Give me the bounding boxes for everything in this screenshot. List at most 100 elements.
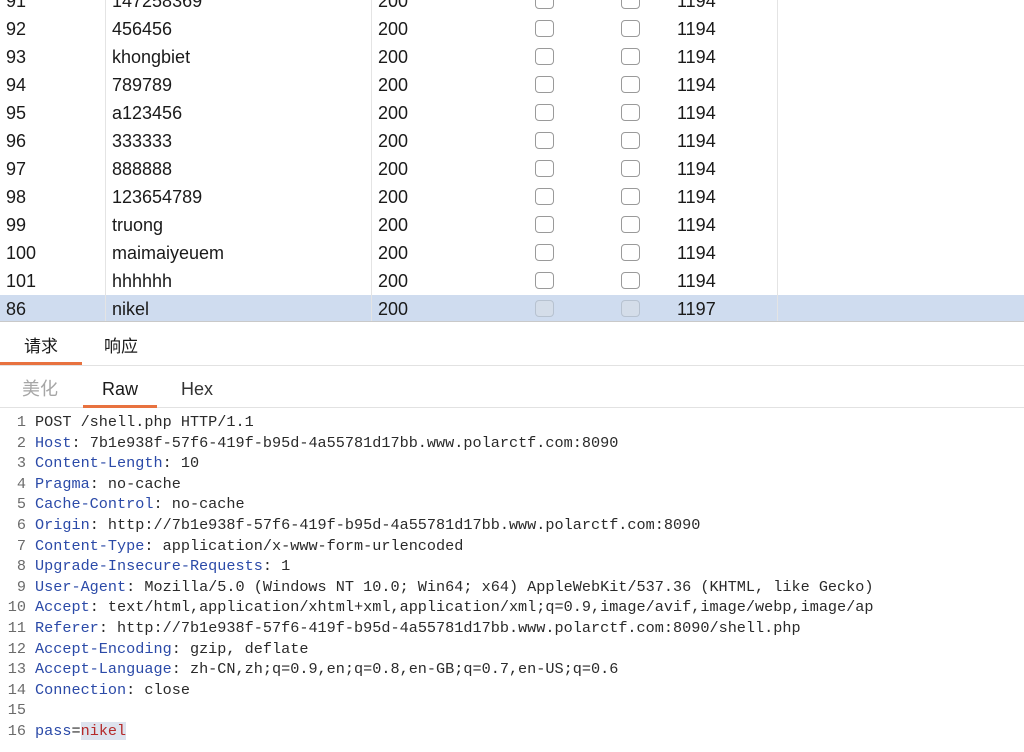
editor-line: 8 Upgrade-Insecure-Requests: 1 [0, 556, 1024, 577]
header-name: Content-Type [35, 536, 145, 555]
row-timeout-checkbox[interactable] [621, 48, 640, 65]
row-timeout-checkbox[interactable] [621, 244, 640, 261]
row-number: 97 [6, 159, 27, 179]
row-number: 101 [6, 271, 37, 291]
row-number: 86 [6, 299, 27, 319]
editor-line: 6 Origin: http://7b1e938f-57f6-419f-b95d-… [0, 515, 1024, 536]
editor-line: 4 Pragma: no-cache [0, 474, 1024, 495]
header-value: http://7b1e938f-57f6-419f-b95d-4a55781d1… [107, 619, 801, 637]
row-timeout-checkbox[interactable] [621, 76, 640, 93]
table-row[interactable]: 86 nikel 200 1197 [0, 295, 1024, 322]
row-error-checkbox[interactable] [535, 244, 554, 261]
table-row[interactable]: 93 khongbiet 200 1194 [0, 43, 1024, 71]
row-status-code: 200 [378, 243, 409, 263]
row-timeout-checkbox[interactable] [621, 188, 640, 205]
line-number: 1 [16, 413, 26, 431]
line-number: 2 [16, 433, 26, 452]
header-value: 1 [271, 557, 291, 576]
row-error-checkbox[interactable] [535, 188, 554, 205]
tab-response[interactable]: 响应 [104, 322, 138, 366]
table-row[interactable]: 99 truong 200 1194 [0, 211, 1024, 239]
table-row[interactable]: 97 888888 200 1194 [0, 155, 1024, 183]
editor-line: 3 Content-Length: 10 [0, 453, 1024, 474]
header-value: no-cache [98, 474, 181, 493]
row-payload: 123654789 [112, 187, 203, 207]
header-name: Connection [35, 680, 127, 699]
tab-pretty[interactable]: 美化 [22, 366, 58, 408]
editor-line: 1 POST /shell.php HTTP/1.1 [0, 412, 1024, 433]
row-error-checkbox[interactable] [535, 76, 554, 93]
header-value: no-cache [162, 495, 245, 514]
row-error-checkbox[interactable] [535, 272, 554, 289]
table-row[interactable]: 94 789789 200 1194 [0, 71, 1024, 99]
row-length: 1194 [677, 159, 716, 179]
editor-line: 7 Content-Type: application/x-www-form-ur… [0, 536, 1024, 557]
row-number: 99 [6, 215, 27, 235]
table-row[interactable]: 96 333333 200 1194 [0, 127, 1024, 155]
header-value: 7b1e938f-57f6-419f-b95d-4a55781d17bb.www… [80, 433, 619, 452]
row-timeout-checkbox[interactable] [621, 272, 640, 289]
table-row[interactable]: 101 hhhhhh 200 1194 [0, 267, 1024, 295]
row-status-code: 200 [378, 215, 409, 235]
header-name: Referer [35, 619, 99, 637]
row-payload: 456456 [112, 19, 173, 39]
row-error-checkbox[interactable] [535, 160, 554, 177]
row-error-checkbox[interactable] [535, 0, 554, 9]
row-status-code: 200 [378, 75, 409, 95]
row-payload: truong [112, 215, 164, 235]
row-error-checkbox[interactable] [535, 216, 554, 233]
row-error-checkbox[interactable] [535, 48, 554, 65]
editor-line: 11 Referer: http://7b1e938f-57f6-419f-b95… [0, 618, 1024, 639]
request-editor[interactable]: 1 POST /shell.php HTTP/1.1 2 Host: 7b1e938f… [0, 408, 1024, 752]
results-rows: 91 147258369 200 1194 92 456456 200 1194 93 khong… [0, 0, 1024, 322]
header-name: Accept-Encoding [35, 639, 172, 658]
line-number: 14 [7, 680, 26, 699]
row-timeout-checkbox[interactable] [621, 0, 640, 9]
tab-hex[interactable]: Hex [181, 366, 213, 408]
editor-line: 5 Cache-Control: no-cache [0, 494, 1024, 515]
row-timeout-checkbox[interactable] [621, 300, 640, 317]
editor-line: 12 Accept-Encoding: gzip, deflate [0, 639, 1024, 660]
header-name: Cache-Control [35, 495, 154, 514]
row-timeout-checkbox[interactable] [621, 216, 640, 233]
editor-line: 2 Host: 7b1e938f-57f6-419f-b95d-4a55781d1… [0, 433, 1024, 454]
line-content: Content-Length: 10 [35, 454, 200, 473]
column-divider [777, 0, 778, 322]
line-content: Upgrade-Insecure-Requests: 1 [35, 557, 291, 576]
row-timeout-checkbox[interactable] [621, 104, 640, 121]
table-row[interactable]: 92 456456 200 1194 [0, 15, 1024, 43]
line-number: 11 [7, 619, 26, 637]
header-name: Accept [35, 598, 90, 617]
editor-line: 16 pass=nikel [0, 721, 1024, 742]
row-error-checkbox[interactable] [535, 300, 554, 317]
row-status-code: 200 [378, 131, 409, 151]
row-number: 98 [6, 187, 27, 207]
tab-raw[interactable]: Raw [83, 366, 157, 408]
header-name: Host [35, 433, 72, 452]
view-mode-tabs: 美化 Raw Hex [0, 366, 1024, 408]
table-row[interactable]: 98 123654789 200 1194 [0, 183, 1024, 211]
table-row[interactable]: 100 maimaiyeuem 200 1194 [0, 239, 1024, 267]
line-content: pass=nikel [35, 722, 127, 740]
row-timeout-checkbox[interactable] [621, 160, 640, 177]
row-timeout-checkbox[interactable] [621, 20, 640, 37]
row-timeout-checkbox[interactable] [621, 132, 640, 149]
header-name: User-Agent [35, 577, 127, 596]
row-error-checkbox[interactable] [535, 20, 554, 37]
column-divider [105, 0, 106, 322]
row-payload: 789789 [112, 75, 173, 95]
editor-line: 10 Accept: text/html,application/xhtml+xm… [0, 597, 1024, 618]
line-content: Accept: text/html,application/xhtml+xml,… [35, 598, 874, 617]
row-status-code: 200 [378, 103, 409, 123]
editor-line: 9 User-Agent: Mozilla/5.0 (Windows NT 10.… [0, 577, 1024, 598]
row-error-checkbox[interactable] [535, 132, 554, 149]
row-length: 1194 [677, 215, 716, 235]
tab-request[interactable]: 请求 [0, 322, 82, 366]
line-content: User-Agent: Mozilla/5.0 (Windows NT 10.0… [35, 577, 874, 596]
row-error-checkbox[interactable] [535, 104, 554, 121]
row-number: 100 [6, 243, 37, 263]
table-row[interactable]: 95 a123456 200 1194 [0, 99, 1024, 127]
table-row[interactable]: 91 147258369 200 1194 [0, 0, 1024, 15]
row-payload: hhhhhh [112, 271, 173, 291]
line-number: 12 [7, 639, 26, 658]
